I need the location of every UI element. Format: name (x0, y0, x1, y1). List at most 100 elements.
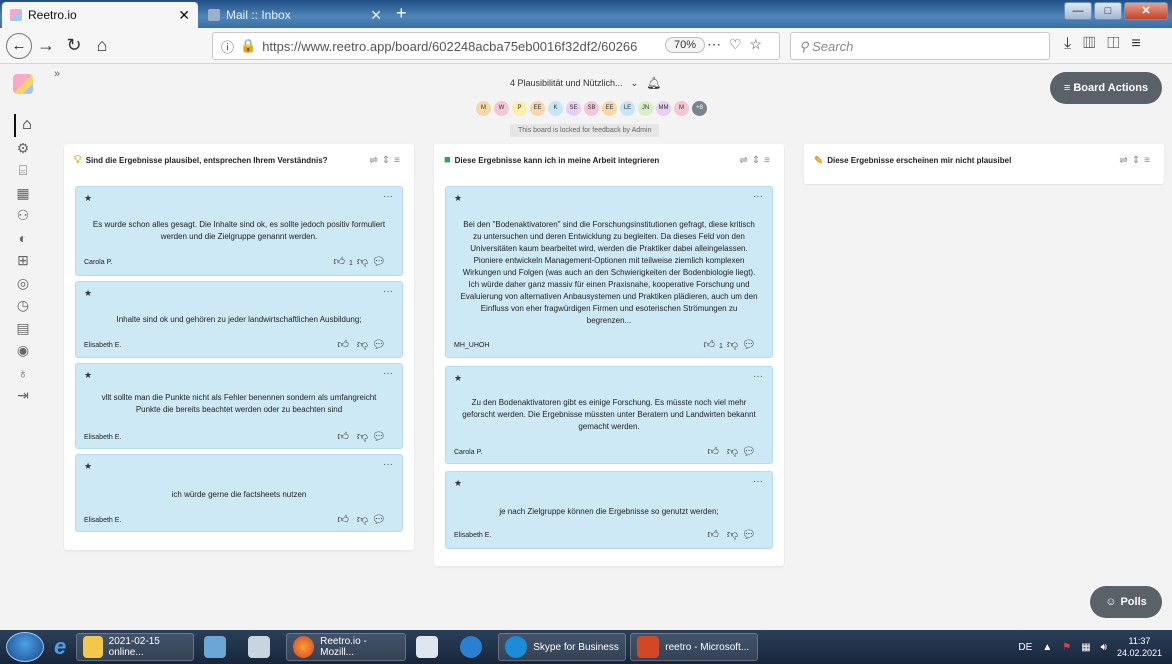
tab-reetro[interactable]: Reetro.io ✕ (2, 2, 198, 28)
clock[interactable]: 11:37 24.02.2021 (1117, 635, 1162, 659)
tab-mail[interactable]: Mail :: Inbox ✕ (200, 2, 390, 28)
card[interactable]: ★ ··· Es wurde schon alles gesagt. Die In… (75, 186, 403, 276)
more-icon[interactable]: ··· (383, 286, 393, 297)
language-indicator[interactable]: DE (1018, 642, 1032, 653)
calculator-icon[interactable] (242, 633, 282, 661)
more-icon[interactable]: ··· (383, 191, 393, 202)
more-icon[interactable]: ··· (383, 459, 393, 470)
card[interactable]: ★ ··· Inhalte sind ok und gehören zu jede… (75, 281, 403, 358)
card-votes[interactable]: 👍︎ 👎︎💬︎ (707, 445, 760, 458)
edge-icon[interactable] (454, 633, 494, 661)
gear-icon[interactable]: ⚙ (17, 137, 30, 160)
comment-icon[interactable]: 💬︎ (372, 431, 390, 443)
account-icon[interactable]: ◉ (17, 339, 29, 362)
dislike-icon[interactable]: 👎︎ (727, 446, 742, 458)
like-icon[interactable]: 👍︎ (337, 431, 353, 443)
participant-avatar[interactable]: EE (530, 101, 545, 116)
card[interactable]: ★ ··· Zu den Bodenaktivatoren gibt es ein… (445, 366, 773, 464)
taskbar-item-firefox[interactable]: Reetro.io - Mozill... (286, 633, 407, 661)
bell-icon[interactable]: 🔔︎ (646, 76, 661, 90)
network-icon[interactable]: ▦ (1081, 642, 1090, 653)
briefcase-icon[interactable]: ⌸ (19, 159, 27, 182)
dislike-icon[interactable]: 👎︎ (357, 339, 372, 351)
like-icon[interactable]: 👍︎ (707, 446, 723, 458)
participant-avatar[interactable]: +8 (692, 101, 707, 116)
minimize-icon[interactable]: — (1064, 2, 1092, 20)
like-icon[interactable]: 👍︎ (703, 339, 719, 351)
participant-avatar[interactable]: SB (584, 101, 599, 116)
home-icon[interactable]: ⌂ (88, 35, 116, 56)
reload-icon[interactable]: ↻ (60, 35, 88, 56)
comment-icon[interactable]: 💬︎ (742, 339, 760, 351)
star-icon[interactable]: ★ (454, 478, 462, 489)
users-icon[interactable]: ⚇ (17, 204, 30, 227)
star-icon[interactable]: ★ (84, 370, 92, 381)
like-icon[interactable]: 👍︎ (707, 529, 723, 541)
participant-avatar[interactable]: M (674, 101, 689, 116)
comment-icon[interactable]: 💬︎ (372, 514, 390, 526)
comment-icon[interactable]: 💬︎ (372, 339, 390, 351)
chat-icon[interactable]: ◎ (17, 272, 29, 295)
more-icon[interactable]: ··· (753, 476, 763, 487)
search-input[interactable]: ⚲ Search (790, 32, 1050, 60)
back-icon[interactable]: ← (6, 32, 32, 59)
apps-icon[interactable]: ⊞ (17, 249, 29, 272)
board-title[interactable]: 4 Plausibilität und Nützlich... ⌄ 🔔︎ (510, 76, 661, 90)
volume-icon[interactable]: 🔊︎ (1101, 642, 1107, 653)
grid-icon[interactable]: ▦ (16, 182, 29, 205)
forward-icon[interactable]: → (32, 35, 60, 56)
tray-arrow-icon[interactable]: ▲ (1042, 642, 1052, 653)
participant-avatar[interactable]: JN (638, 101, 653, 116)
card-votes[interactable]: 👍︎ 👎︎💬︎ (707, 528, 760, 541)
dislike-icon[interactable]: 👎︎ (357, 256, 372, 268)
participant-avatar[interactable]: MM (656, 101, 671, 116)
page-actions-icon[interactable]: ⋯♡☆ (707, 36, 770, 53)
card-votes[interactable]: 👍︎ 👎︎💬︎ (337, 338, 390, 351)
participant-avatar[interactable]: EE (602, 101, 617, 116)
bulb-icon[interactable]: ♁ (18, 362, 29, 385)
star-icon[interactable]: ★ (84, 288, 92, 299)
participant-avatar[interactable]: LE (620, 101, 635, 116)
maximize-icon[interactable]: □ (1094, 2, 1122, 20)
new-tab-icon[interactable]: + (396, 2, 407, 24)
dashboard-icon[interactable]: ◷ (17, 294, 29, 317)
card[interactable]: ★ ··· ich würde gerne die factsheets nutz… (75, 454, 403, 532)
flag-icon[interactable]: ⚑ (1062, 642, 1071, 653)
expand-sidebar-icon[interactable]: » (54, 68, 60, 80)
card-votes[interactable]: 👍︎ 👎︎💬︎ (337, 430, 390, 443)
start-button[interactable] (6, 632, 44, 662)
star-icon[interactable]: ★ (84, 461, 92, 472)
comment-icon[interactable]: 💬︎ (742, 446, 760, 458)
more-icon[interactable]: ··· (753, 191, 763, 202)
dislike-icon[interactable]: 👎︎ (357, 431, 372, 443)
url-bar[interactable]: ⓘ 🔒 https://www.reetro.app/board/602248a… (212, 32, 780, 60)
card[interactable]: ★ ··· je nach Zielgruppe können die Ergeb… (445, 471, 773, 549)
dislike-icon[interactable]: 👎︎ (357, 514, 372, 526)
like-icon[interactable]: 👍︎ (337, 339, 353, 351)
reetro-logo[interactable] (13, 74, 33, 94)
participant-avatar[interactable]: SE (566, 101, 581, 116)
card-votes[interactable]: 👍︎ 👎︎💬︎ (337, 513, 390, 526)
polls-button[interactable]: ☺ Polls (1090, 586, 1162, 618)
participant-avatar[interactable]: W (494, 101, 509, 116)
column-controls-icon[interactable]: ⇌⇕≡ (369, 155, 404, 166)
ie-icon[interactable]: e (48, 633, 72, 661)
chevron-down-icon[interactable]: ⌄ (631, 78, 639, 89)
palette-icon[interactable]: ◐ (19, 227, 27, 250)
star-icon[interactable]: ★ (454, 373, 462, 384)
zoom-level[interactable]: 70% (665, 37, 706, 53)
card-votes[interactable]: 👍︎1 👎︎💬︎ (703, 338, 760, 351)
participant-avatar[interactable]: P (512, 101, 527, 116)
participant-avatar[interactable]: K (548, 101, 563, 116)
card[interactable]: ★ ··· Bei den "Bodenaktivatoren" sind die… (445, 186, 773, 358)
taskbar-item-explorer[interactable]: 2021-02-15 online... (76, 633, 195, 661)
like-icon[interactable]: 👍︎ (333, 256, 349, 268)
like-icon[interactable]: 👍︎ (337, 514, 353, 526)
comment-icon[interactable]: 💬︎ (372, 256, 390, 268)
card-votes[interactable]: 👍︎1 👎︎💬︎ (333, 255, 390, 268)
close-tab-icon[interactable]: ✕ (370, 7, 382, 24)
more-icon[interactable]: ··· (753, 371, 763, 382)
column-controls-icon[interactable]: ⇌⇕≡ (1119, 155, 1154, 166)
toolbar-icons[interactable]: ⤓▥◫≡ (1064, 35, 1153, 53)
column-controls-icon[interactable]: ⇌⇕≡ (739, 155, 774, 166)
